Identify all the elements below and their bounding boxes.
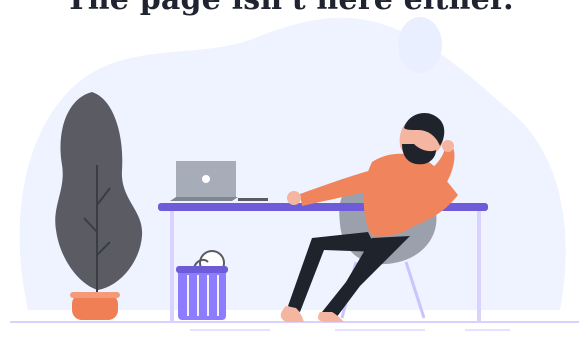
background-blob-small [398,17,442,73]
illustration-canvas [10,17,579,331]
hand [442,140,454,152]
error-404-illustration: The page isn't here either. [0,0,579,338]
hand [287,191,301,205]
